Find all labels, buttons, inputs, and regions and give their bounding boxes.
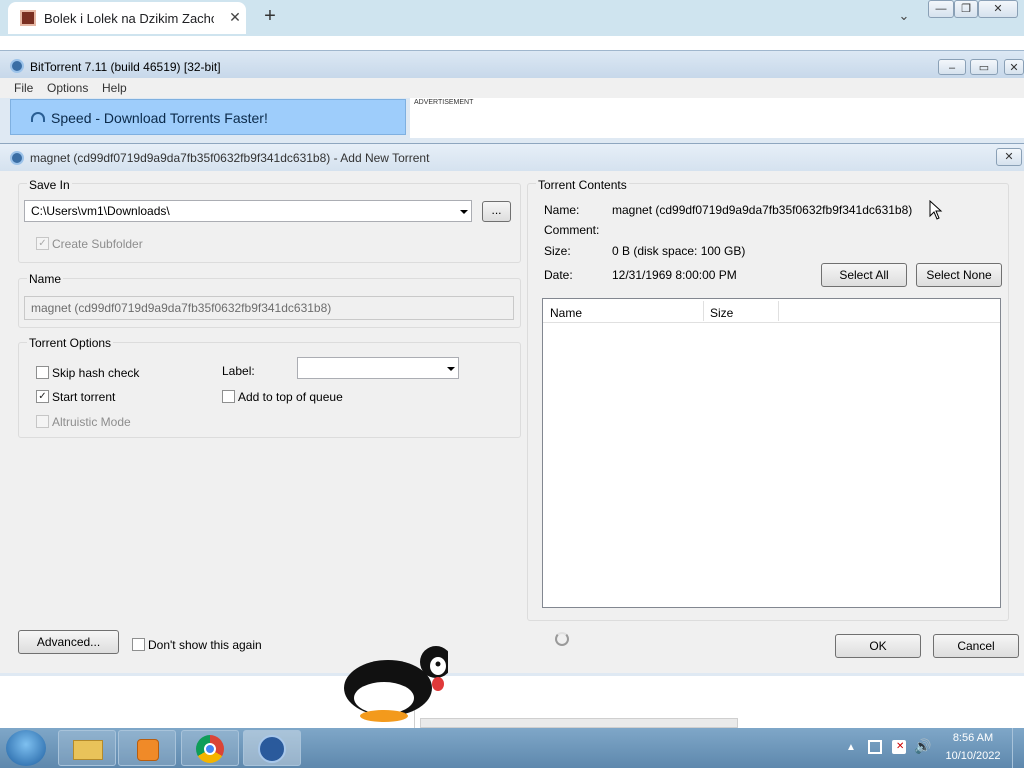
browser-tab[interactable]: Bolek i Lolek na Dzikim Zachodzie ✕ [8, 2, 246, 34]
bittorrent-window-title: BitTorrent 7.11 (build 46519) [32-bit] [30, 60, 221, 74]
bt-close-button[interactable]: ✕ [1004, 59, 1024, 75]
menu-file[interactable]: File [14, 81, 33, 95]
bittorrent-menubar: File Options Help [0, 78, 1024, 98]
altruistic-mode-label: Altruistic Mode [52, 415, 131, 429]
volume-icon[interactable]: 🔊 [914, 738, 931, 755]
select-all-button[interactable]: Select All [821, 263, 907, 287]
horizontal-scrollbar[interactable] [420, 718, 738, 728]
info-name-value: magnet (cd99df0719d9a9da7fb35f0632fb9f34… [612, 203, 913, 217]
info-comment-label: Comment: [544, 223, 600, 237]
bt-maximize-button[interactable]: ▭ [970, 59, 998, 75]
advanced-button[interactable]: Advanced... [18, 630, 119, 654]
torrent-name-field[interactable]: magnet (cd99df0719d9a9da7fb35f0632fb9f34… [24, 296, 514, 320]
torrent-contents-label: Torrent Contents [536, 178, 629, 192]
dont-show-checkbox[interactable] [132, 638, 145, 651]
show-desktop-button[interactable] [1012, 728, 1024, 768]
clock-date[interactable]: 10/10/2022 [938, 750, 1008, 762]
dialog-titlebar: magnet (cd99df0719d9a9da7fb35f0632fb9f34… [0, 143, 1024, 171]
speedometer-icon [31, 112, 45, 122]
chrome-taskbar-icon[interactable] [181, 730, 239, 766]
column-name-header[interactable]: Name [550, 306, 582, 320]
penguin-mascot-image [344, 646, 448, 722]
bittorrent-taskbar-icon[interactable] [243, 730, 301, 766]
explorer-taskbar-icon[interactable] [58, 730, 116, 766]
tab-search-chevron-icon[interactable]: ⌄ [894, 6, 914, 26]
action-center-icon[interactable]: ✕ [892, 740, 906, 754]
browser-restore-button[interactable]: ❐ [954, 0, 978, 18]
chevron-down-icon [460, 210, 468, 214]
network-icon[interactable] [868, 740, 882, 754]
save-path-value: C:\Users\vm1\Downloads\ [31, 204, 170, 218]
speed-ad-banner[interactable]: Speed - Download Torrents Faster! [10, 99, 406, 135]
advertisement-label: ADVERTISEMENT [414, 99, 474, 106]
create-subfolder-checkbox[interactable]: ✓ [36, 237, 49, 250]
cancel-button[interactable]: Cancel [933, 634, 1019, 658]
dialog-bittorrent-icon [10, 151, 24, 165]
add-top-queue-label: Add to top of queue [238, 390, 343, 404]
browse-button[interactable]: ... [482, 201, 511, 222]
skip-hash-label: Skip hash check [52, 366, 140, 380]
label-combo[interactable] [297, 357, 459, 379]
create-subfolder-label: Create Subfolder [52, 237, 143, 251]
mouse-cursor-icon [929, 200, 943, 220]
browser-close-button[interactable]: ✕ [978, 0, 1018, 18]
info-date-value: 12/31/1969 8:00:00 PM [612, 268, 737, 282]
windows-taskbar: ▲ ✕ 🔊 8:56 AM 10/10/2022 [0, 728, 1024, 768]
clock-time[interactable]: 8:56 AM [938, 732, 1008, 744]
dialog-title: magnet (cd99df0719d9a9da7fb35f0632fb9f34… [30, 151, 430, 165]
file-list-header: Name Size [543, 299, 1000, 323]
windows-start-button[interactable] [6, 730, 46, 766]
save-path-combo[interactable]: C:\Users\vm1\Downloads\ [24, 200, 472, 222]
browser-minimize-button[interactable]: — [928, 0, 954, 18]
column-size-header[interactable]: Size [710, 306, 733, 320]
save-in-group [18, 183, 521, 263]
label-field-label: Label: [222, 364, 255, 378]
speed-ad-text: Speed - Download Torrents Faster! [51, 110, 268, 126]
start-torrent-label: Start torrent [52, 390, 116, 404]
new-tab-button[interactable]: + [258, 4, 282, 28]
column-divider[interactable] [778, 301, 779, 321]
info-name-label: Name: [544, 203, 580, 217]
column-divider[interactable] [703, 301, 704, 321]
show-hidden-icons-icon[interactable]: ▲ [846, 742, 856, 753]
torrent-options-label: Torrent Options [27, 336, 114, 350]
start-torrent-checkbox[interactable]: ✓ [36, 390, 49, 403]
bittorrent-titlebar: BitTorrent 7.11 (build 46519) [32-bit] –… [0, 50, 1024, 78]
media-player-taskbar-icon[interactable] [118, 730, 176, 766]
address-bar-strip [0, 36, 1024, 50]
dont-show-label: Don't show this again [148, 638, 262, 652]
skip-hash-checkbox[interactable] [36, 366, 49, 379]
loading-spinner-icon [555, 632, 569, 646]
tab-title: Bolek i Lolek na Dzikim Zachodzie [44, 11, 214, 26]
info-date-label: Date: [544, 268, 573, 282]
site-favicon-icon [20, 10, 36, 26]
chevron-down-icon [447, 367, 455, 371]
info-size-label: Size: [544, 244, 571, 258]
menu-help[interactable]: Help [102, 81, 127, 95]
altruistic-mode-checkbox[interactable] [36, 415, 49, 428]
file-list[interactable]: Name Size [542, 298, 1001, 608]
advertisement-area [410, 98, 1024, 138]
save-in-label: Save In [27, 178, 72, 192]
tab-close-icon[interactable]: ✕ [226, 8, 244, 26]
select-none-button[interactable]: Select None [916, 263, 1002, 287]
bittorrent-logo-icon [10, 59, 24, 73]
menu-options[interactable]: Options [47, 81, 88, 95]
dialog-close-button[interactable]: ✕ [996, 148, 1022, 166]
info-size-value: 0 B (disk space: 100 GB) [612, 244, 746, 258]
torrent-name-value: magnet (cd99df0719d9a9da7fb35f0632fb9f34… [31, 301, 332, 315]
ok-button[interactable]: OK [835, 634, 921, 658]
bt-minimize-button[interactable]: – [938, 59, 966, 75]
add-top-queue-checkbox[interactable] [222, 390, 235, 403]
name-label: Name [27, 272, 64, 286]
